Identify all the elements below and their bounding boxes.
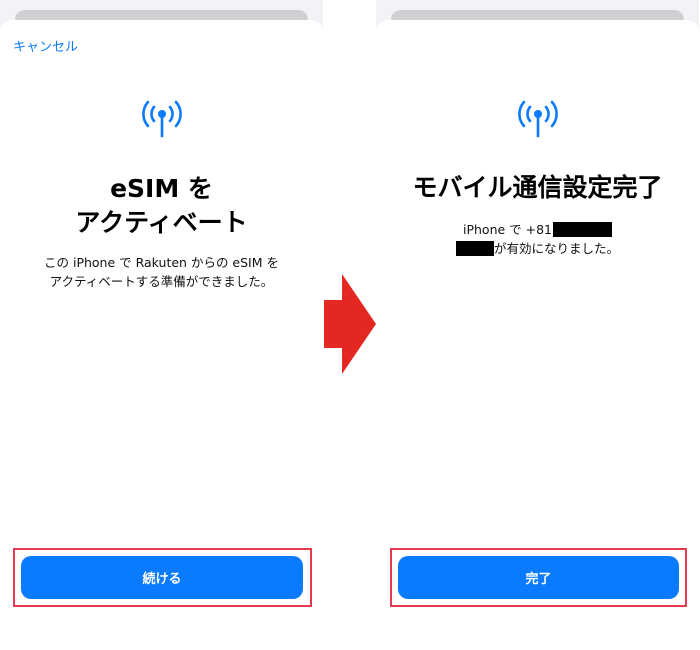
description-line-1: この iPhone で Rakuten からの eSIM を — [44, 255, 279, 270]
description-suffix: が有効になりました。 — [493, 241, 619, 256]
page-title: eSIM を アクティベート — [0, 172, 323, 240]
cellular-signal-icon — [517, 100, 558, 138]
title-line-1: eSIM を — [110, 174, 213, 203]
description: この iPhone で Rakuten からの eSIM を アクティベートする… — [0, 253, 323, 291]
redacted-phone-number — [553, 222, 613, 237]
right-arrow-icon — [324, 274, 376, 374]
right-phone-screen: モバイル通信設定完了 iPhone で +81 が有効になりました。 完了 — [376, 0, 699, 650]
done-button[interactable]: 完了 — [398, 556, 679, 599]
description-prefix: iPhone で +81 — [462, 222, 553, 237]
left-phone-screen: キャンセル eSIM を アクティベート この iPhone で Rakuten… — [0, 0, 323, 650]
cancel-button[interactable]: キャンセル — [13, 36, 78, 55]
description: iPhone で +81 が有効になりました。 — [376, 220, 699, 258]
description-line-2: が有効になりました。 — [376, 239, 699, 258]
redacted-phone-number — [455, 241, 494, 256]
continue-button[interactable]: 続ける — [21, 556, 303, 599]
title-line-2: アクティベート — [75, 208, 248, 237]
description-line-2: アクティベートする準備ができました。 — [49, 274, 274, 289]
cellular-signal-icon — [141, 100, 182, 138]
description-line-1: iPhone で +81 — [376, 220, 699, 239]
page-title: モバイル通信設定完了 — [412, 173, 663, 202]
